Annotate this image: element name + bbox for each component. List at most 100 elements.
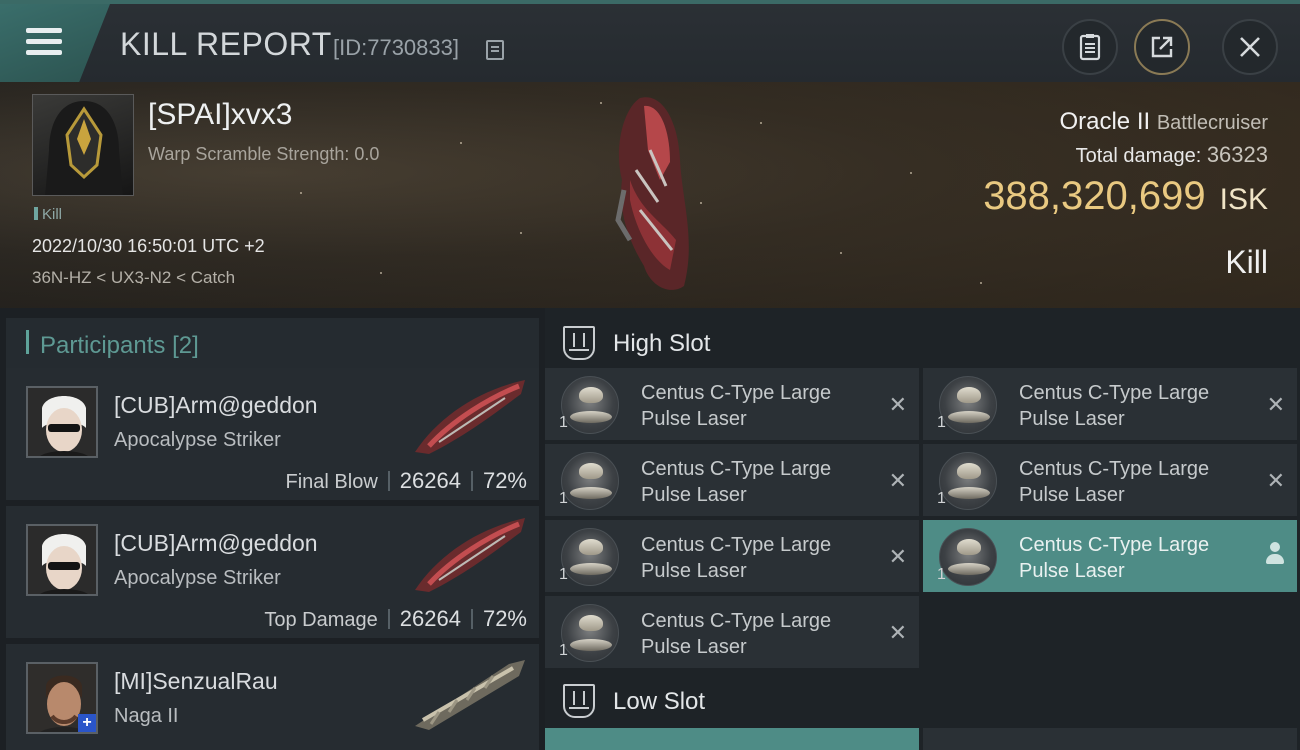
module-item[interactable]: 1 Centus C-Type Large Pulse Laser ✕ (923, 444, 1297, 516)
participant-name[interactable]: [MI]SenzualRau (114, 668, 278, 695)
kill-datetime: 2022/10/30 16:50:01 UTC +2 (32, 236, 265, 256)
module-item[interactable]: 1 Centus C-Type Large Pulse Laser ✕ (545, 444, 919, 516)
total-damage: Total damage: 36323 (1076, 142, 1268, 168)
pulse-laser-icon (561, 452, 619, 510)
high-slot-header: High Slot (545, 312, 1300, 372)
total-damage-label: Total damage: (1075, 145, 1202, 167)
isk-unit: ISK (1219, 183, 1268, 216)
module-item[interactable]: 1 Centus C-Type Large Pulse Laser ✕ (545, 520, 919, 592)
participant-damage: 26264 (399, 468, 461, 493)
module-name: Centus C-Type Large Pulse Laser (1019, 534, 1210, 582)
module-name: Centus C-Type Large Pulse Laser (641, 382, 832, 430)
page-title: KILL REPORT (120, 26, 332, 62)
participant-row[interactable]: [CUB]Arm@geddon Apocalypse Striker Final… (6, 368, 539, 500)
slot-shield-icon (563, 684, 595, 718)
participant-name[interactable]: [CUB]Arm@geddon (114, 530, 318, 557)
slot-shield-icon (563, 326, 595, 360)
low-slot-item[interactable] (545, 728, 919, 750)
participant-stats: Final Blow 26264 72% (286, 468, 528, 494)
participants-label: Participants (40, 332, 166, 359)
module-qty: 1 (559, 566, 568, 583)
x-icon: ✕ (1266, 392, 1285, 417)
share-icon (1151, 36, 1173, 58)
ship-name: Oracle II (1059, 108, 1151, 135)
pulse-laser-icon (939, 376, 997, 434)
module-qty: 1 (937, 490, 946, 507)
participant-avatar[interactable] (26, 524, 98, 596)
low-slot-label: Low Slot (613, 688, 706, 715)
module-name: Centus C-Type Large Pulse Laser (641, 458, 832, 506)
pulse-laser-icon (561, 376, 619, 434)
participants-header: Participants [2] (6, 318, 539, 374)
clipboard-icon (1079, 34, 1101, 61)
module-qty: 1 (559, 642, 568, 659)
isk-value: 388,320,699 ISK (983, 174, 1268, 219)
kill-location[interactable]: 36N-HZ < UX3-N2 < Catch (32, 268, 235, 288)
victim-avatar[interactable] (32, 94, 134, 196)
warp-scramble-strength: Warp Scramble Strength: 0.0 (148, 144, 380, 164)
participant-ship-image (415, 660, 525, 730)
total-damage-value: 36323 (1206, 142, 1268, 167)
title-bar: KILL REPORT [ID:7730833] (0, 0, 1300, 82)
participant-role: Top Damage (264, 609, 378, 631)
x-icon: ✕ (888, 468, 907, 493)
victim-ship[interactable]: Oracle II Battlecruiser (1059, 108, 1268, 136)
participant-avatar[interactable]: + (26, 662, 98, 734)
x-icon: ✕ (888, 544, 907, 569)
report-button[interactable] (1062, 19, 1118, 75)
participant-stats: Top Damage 26264 72% (264, 606, 527, 632)
pulse-laser-icon (561, 604, 619, 662)
kill-id: [ID:7730833] (333, 35, 459, 60)
fitting-panel[interactable]: High Slot 1 Centus C-Type Large Pulse Las… (545, 308, 1300, 750)
victim-banner: [SPAI]xvx3 Warp Scramble Strength: 0.0 K… (0, 82, 1300, 308)
participant-ship: Apocalypse Striker (114, 567, 281, 589)
share-button[interactable] (1134, 19, 1190, 75)
module-qty: 1 (559, 414, 568, 431)
participants-panel[interactable]: Participants [2] [CUB]Arm@geddon Apocaly… (0, 308, 545, 750)
high-slot-label: High Slot (613, 330, 711, 357)
participants-count: [2] (172, 332, 199, 359)
module-qty: 1 (937, 566, 946, 583)
participant-ship: Naga II (114, 705, 179, 727)
module-qty: 1 (937, 414, 946, 431)
low-slot-item[interactable] (923, 728, 1297, 750)
menu-button[interactable] (0, 4, 110, 82)
kill-tag: Kill (34, 206, 62, 223)
victim-name[interactable]: [SPAI]xvx3 (148, 98, 293, 132)
participant-ship: Apocalypse Striker (114, 429, 281, 451)
copy-icon[interactable] (486, 40, 504, 60)
close-icon (1240, 37, 1260, 57)
participant-role: Final Blow (285, 471, 378, 493)
participant-percent: 72% (482, 468, 527, 493)
participant-ship-image (415, 380, 525, 454)
participant-row[interactable]: + [MI]SenzualRau Naga II (6, 644, 539, 750)
participant-avatar[interactable] (26, 386, 98, 458)
participant-damage: 26264 (399, 606, 461, 631)
module-name: Centus C-Type Large Pulse Laser (641, 534, 832, 582)
pulse-laser-icon (561, 528, 619, 586)
close-button[interactable] (1222, 19, 1278, 75)
hamburger-menu-icon (26, 28, 62, 56)
module-item[interactable]: 1 Centus C-Type Large Pulse Laser ✕ (545, 368, 919, 440)
low-slot-header: Low Slot (545, 670, 1300, 730)
plus-badge-icon: + (78, 714, 96, 732)
module-name: Centus C-Type Large Pulse Laser (1019, 458, 1210, 506)
module-item-selected[interactable]: 1 Centus C-Type Large Pulse Laser (923, 520, 1297, 592)
participant-ship-image (415, 518, 525, 592)
participant-name[interactable]: [CUB]Arm@geddon (114, 392, 318, 419)
x-icon: ✕ (1266, 468, 1285, 493)
x-icon: ✕ (888, 620, 907, 645)
kill-status: Kill (1225, 244, 1268, 280)
x-icon: ✕ (888, 392, 907, 417)
participant-row[interactable]: [CUB]Arm@geddon Apocalypse Striker Top D… (6, 506, 539, 638)
person-icon (1265, 542, 1285, 566)
module-item[interactable]: 1 Centus C-Type Large Pulse Laser ✕ (545, 596, 919, 668)
participant-percent: 72% (482, 606, 527, 631)
pulse-laser-icon (939, 452, 997, 510)
module-name: Centus C-Type Large Pulse Laser (641, 610, 832, 658)
module-item[interactable]: 1 Centus C-Type Large Pulse Laser ✕ (923, 368, 1297, 440)
victim-ship-image (615, 97, 689, 290)
isk-amount: 388,320,699 (983, 174, 1206, 218)
module-qty: 1 (559, 490, 568, 507)
module-name: Centus C-Type Large Pulse Laser (1019, 382, 1210, 430)
